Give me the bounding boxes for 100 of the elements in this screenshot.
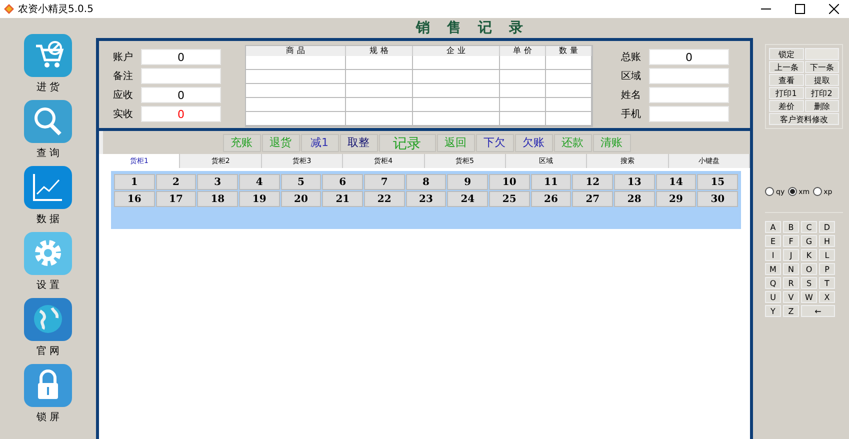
input-field[interactable]: 0: [141, 87, 221, 103]
slot-button[interactable]: 11: [530, 174, 572, 190]
slot-button[interactable]: 8: [406, 174, 446, 190]
slot-button[interactable]: 15: [697, 174, 738, 190]
input-field[interactable]: [649, 87, 729, 103]
slot-button[interactable]: 27: [572, 191, 613, 207]
action-button[interactable]: 减1: [300, 134, 338, 152]
slot-button[interactable]: 22: [364, 191, 405, 207]
input-field[interactable]: [649, 68, 729, 84]
close-icon[interactable]: [829, 4, 839, 14]
action-button[interactable]: 取整: [340, 134, 378, 152]
lock-icon: [24, 364, 72, 407]
input-field[interactable]: [804, 48, 839, 60]
search-icon: [24, 100, 72, 143]
key-button[interactable]: V: [783, 291, 799, 303]
slot-button[interactable]: 18: [197, 191, 238, 207]
key-button[interactable]: D: [819, 221, 835, 233]
slot-button[interactable]: 16: [114, 191, 155, 207]
key-button[interactable]: K: [801, 249, 817, 261]
input-field[interactable]: 0: [649, 49, 729, 65]
key-button[interactable]: C: [801, 221, 817, 233]
slot-button[interactable]: 6: [322, 174, 363, 190]
slot-button[interactable]: 26: [530, 191, 572, 207]
field-label: 备注: [113, 70, 134, 83]
record-button[interactable]: 客户资料修改: [769, 113, 839, 125]
slot-button[interactable]: 13: [614, 174, 655, 190]
input-field[interactable]: 0: [141, 106, 221, 122]
key-button[interactable]: H: [819, 235, 835, 247]
record-button[interactable]: 打印2: [804, 87, 839, 99]
slot-button[interactable]: 10: [489, 174, 530, 190]
slot-button[interactable]: 21: [322, 191, 363, 207]
action-button[interactable]: 欠账: [514, 134, 552, 152]
record-button[interactable]: 打印1: [769, 87, 804, 99]
slot-button[interactable]: 4: [239, 174, 280, 190]
key-button[interactable]: E: [765, 235, 781, 247]
key-button[interactable]: G: [801, 235, 817, 247]
record-button[interactable]: 下一条: [804, 61, 839, 73]
radio-button[interactable]: [788, 187, 797, 196]
key-button[interactable]: Z: [783, 305, 799, 317]
key-button[interactable]: X: [819, 291, 835, 303]
sidebar-button[interactable]: 进 货: [24, 34, 72, 94]
slot-button[interactable]: 2: [156, 174, 196, 190]
window-title: 农资小精灵5.0.5: [18, 2, 94, 16]
sidebar-button[interactable]: 锁 屏: [24, 364, 72, 424]
key-button[interactable]: Y: [765, 305, 781, 317]
key-button[interactable]: I: [765, 249, 781, 261]
key-button[interactable]: T: [819, 277, 835, 289]
input-field[interactable]: [141, 68, 221, 84]
key-button[interactable]: M: [765, 263, 781, 275]
record-button[interactable]: 差价: [769, 100, 804, 112]
input-field[interactable]: 0: [141, 49, 221, 65]
slot-button[interactable]: 14: [656, 174, 696, 190]
field-label: 区域: [621, 70, 642, 83]
table-cell: [346, 84, 413, 98]
lock-button[interactable]: 锁定: [769, 48, 804, 60]
slot-button[interactable]: 17: [156, 191, 196, 207]
key-button[interactable]: W: [801, 291, 817, 303]
sidebar-button[interactable]: 查 询: [24, 100, 72, 160]
maximize-icon[interactable]: [795, 4, 805, 14]
cart-icon: [24, 34, 72, 77]
record-button[interactable]: 查看: [769, 74, 804, 86]
key-button[interactable]: L: [819, 249, 835, 261]
radio-button[interactable]: [765, 187, 774, 196]
slot-button[interactable]: 5: [280, 174, 322, 190]
sidebar-button[interactable]: 数 据: [24, 166, 72, 226]
key-button[interactable]: N: [783, 263, 799, 275]
key-button[interactable]: S: [801, 277, 817, 289]
key-button[interactable]: ←: [801, 305, 835, 317]
record-button[interactable]: 删除: [804, 100, 839, 112]
table-cell: [500, 70, 546, 84]
slot-button[interactable]: 20: [280, 191, 322, 207]
slot-button[interactable]: 3: [197, 174, 238, 190]
radio-button[interactable]: [812, 187, 822, 196]
key-button[interactable]: R: [783, 277, 799, 289]
record-button[interactable]: 上一条: [769, 61, 804, 73]
slot-button[interactable]: 19: [239, 191, 280, 207]
slot-button[interactable]: 12: [572, 174, 613, 190]
slot-button[interactable]: 24: [447, 191, 488, 207]
input-field[interactable]: [649, 106, 729, 122]
slot-button[interactable]: 29: [656, 191, 696, 207]
key-button[interactable]: Q: [765, 277, 781, 289]
column-header: 规 格: [346, 46, 413, 56]
key-button[interactable]: F: [783, 235, 799, 247]
action-button[interactable]: 下欠: [476, 134, 514, 152]
sidebar-button[interactable]: 官 网: [24, 298, 72, 358]
slot-button[interactable]: 9: [447, 174, 488, 190]
record-button[interactable]: 提取: [804, 74, 839, 86]
slot-button[interactable]: 28: [614, 191, 655, 207]
key-button[interactable]: O: [801, 263, 817, 275]
key-button[interactable]: P: [819, 263, 835, 275]
key-button[interactable]: A: [765, 221, 781, 233]
key-button[interactable]: B: [783, 221, 799, 233]
key-button[interactable]: J: [783, 249, 799, 261]
slot-button[interactable]: 30: [697, 191, 738, 207]
slot-button[interactable]: 23: [406, 191, 446, 207]
key-button[interactable]: U: [765, 291, 781, 303]
slot-button[interactable]: 7: [364, 174, 405, 190]
sidebar-button[interactable]: 设 置: [24, 232, 72, 292]
slot-button[interactable]: 1: [114, 174, 155, 190]
slot-button[interactable]: 25: [489, 191, 530, 207]
